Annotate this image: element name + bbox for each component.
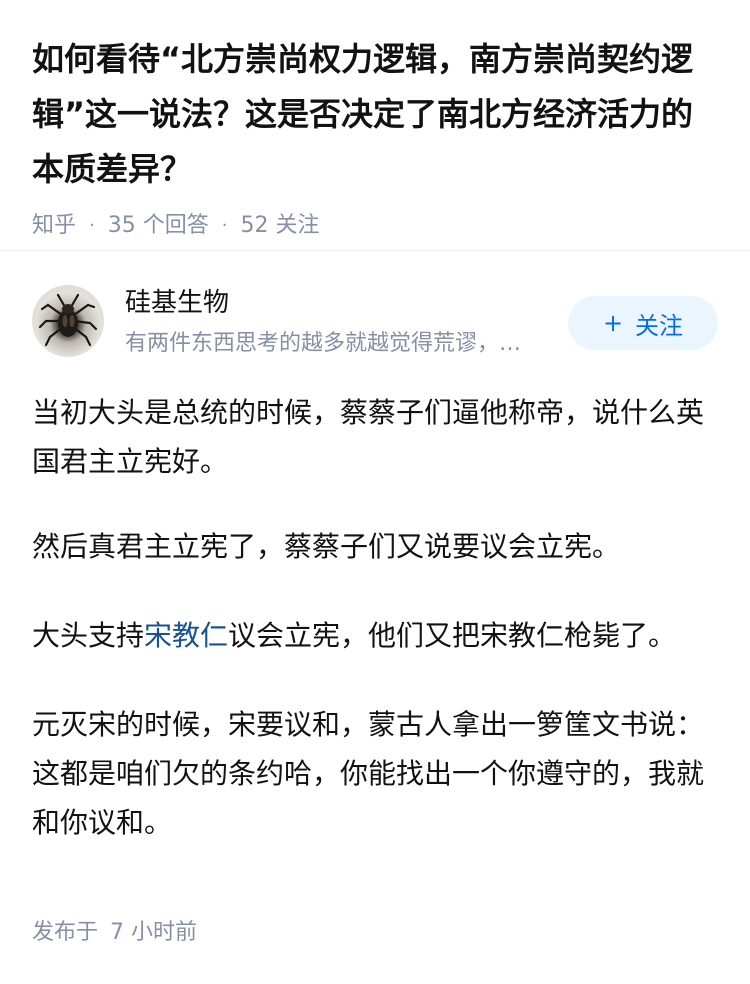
plus-icon: + xyxy=(602,309,624,337)
question-header: 如何看待“北方崇尚权力逻辑，南方崇尚契约逻辑”这一说法？这是否决定了南北方经济活… xyxy=(0,0,750,241)
meta-separator: · xyxy=(89,215,95,236)
follow-count[interactable]: 52 关注 xyxy=(241,211,320,241)
follow-button[interactable]: + 关注 xyxy=(568,296,718,350)
answer-count[interactable]: 35 个回答 xyxy=(108,211,209,241)
question-title[interactable]: 如何看待“北方崇尚权力逻辑，南方崇尚契约逻辑”这一说法？这是否决定了南北方经济活… xyxy=(32,32,718,197)
author-name[interactable]: 硅基生物 xyxy=(125,285,229,321)
answer-content: 当初大头是总统的时候，蔡蔡子们逼他称帝，说什么英国君主立宪好。 然后真君主立宪了… xyxy=(32,388,718,887)
publish-info: 发布于 7 小时前 xyxy=(32,917,197,949)
beetle-avatar-image xyxy=(38,293,98,347)
answer-paragraph: 当初大头是总统的时候，蔡蔡子们逼他称帝，说什么英国君主立宪好。 xyxy=(32,396,705,478)
answer-text: 议会立宪，他们又把宋教仁枪毙了。 xyxy=(228,619,677,652)
answer-paragraph: 大头支持宋教仁议会立宪，他们又把宋教仁枪毙了。 xyxy=(32,611,718,660)
answer-text: 大头支持 xyxy=(32,619,145,652)
publish-time: 7 小时前 xyxy=(110,920,198,945)
source-label[interactable]: 知乎 xyxy=(32,211,76,241)
publish-label: 发布于 xyxy=(32,920,99,945)
author-bio: 有两件东西思考的越多就越觉得荒谬，那就是 xyxy=(125,331,535,356)
question-meta: 知乎 · 35 个回答 · 52 关注 xyxy=(32,211,718,241)
meta-separator: · xyxy=(221,215,228,236)
answer-paragraph: 然后真君主立宪了，蔡蔡子们又说要议会立宪。 xyxy=(32,530,621,563)
answer-paragraph: 元灭宋的时候，宋要议和，蒙古人拿出一箩筐文书说：这都是咱们欠的条约哈，你能找出一… xyxy=(32,708,705,839)
answer-count-label: 个回答 xyxy=(142,213,209,238)
section-divider xyxy=(0,250,750,251)
avatar[interactable] xyxy=(32,285,104,357)
follow-count-value: 52 xyxy=(240,213,269,238)
follow-button-label: 关注 xyxy=(635,311,684,340)
song-jiaoren-link[interactable]: 宋教仁 xyxy=(144,619,228,652)
answer-count-value: 35 xyxy=(107,213,136,238)
follow-count-label: 关注 xyxy=(275,213,320,238)
author-card: 硅基生物 有两件东西思考的越多就越觉得荒谬，那就是 + 关注 xyxy=(32,285,718,360)
